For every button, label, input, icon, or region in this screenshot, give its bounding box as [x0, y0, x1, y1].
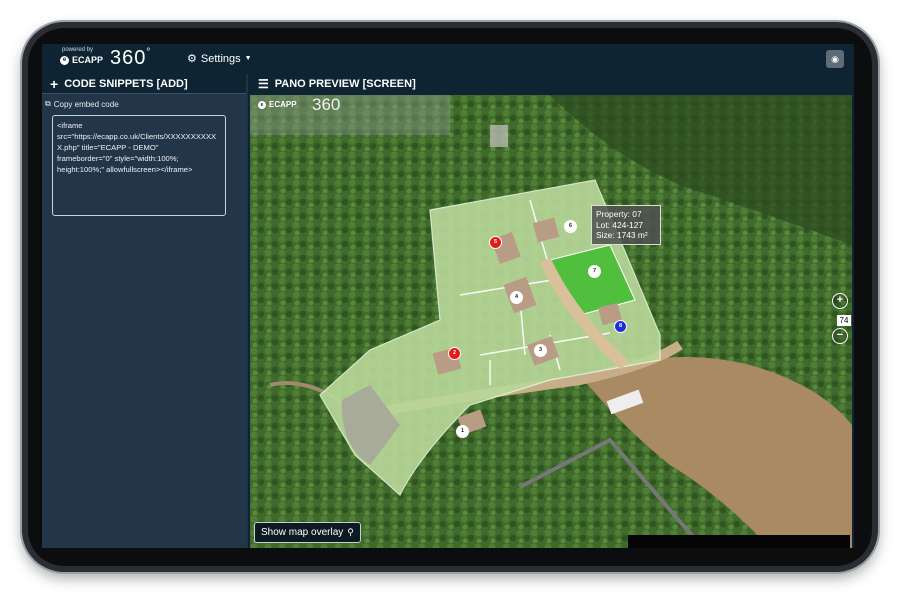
caret-down-icon: ▼: [244, 55, 252, 62]
top-bar: powered by e ECAPP 360° ⚙ Settings ▼ ◉: [42, 44, 854, 74]
pano-ecapp-logo: e ECAPP: [258, 100, 297, 109]
logo-360-text: 360: [110, 47, 147, 69]
bottom-black-bar: [628, 535, 850, 548]
plot-marker-8[interactable]: 8: [614, 320, 627, 333]
zoom-level: 74: [837, 315, 851, 326]
app-screen: powered by e ECAPP 360° ⚙ Settings ▼ ◉ +…: [42, 44, 854, 548]
plot-marker-7[interactable]: 7: [588, 265, 601, 278]
show-map-overlay-button[interactable]: Show map overlay ⚲: [254, 522, 361, 543]
gear-icon: ⚙: [187, 53, 197, 65]
powered-by-label: powered by: [62, 47, 94, 53]
plot-marker-2[interactable]: 2: [448, 347, 461, 360]
tooltip-property: Property: 07: [596, 209, 642, 219]
zoom-in-button[interactable]: +: [832, 293, 848, 309]
pano-logo-360: 360: [312, 95, 341, 114]
plot-marker-3[interactable]: 3: [534, 344, 547, 357]
toggle-visibility-button[interactable]: ◉: [826, 50, 844, 68]
logo-360-degree: °: [146, 47, 152, 58]
plot-marker-5[interactable]: 5: [489, 236, 502, 249]
plus-icon: +: [50, 75, 59, 92]
settings-label: Settings: [200, 52, 241, 65]
show-map-overlay-label: Show map overlay: [261, 527, 344, 538]
ecapp-logo-text: ECAPP: [72, 55, 104, 65]
copy-embed-code-label: Copy embed code: [53, 99, 119, 109]
plot-marker-1[interactable]: 1: [456, 425, 469, 438]
pano-ecapp-logo-text: ECAPP: [269, 100, 297, 109]
pano-preview-title: PANO PREVIEW [SCREEN]: [274, 77, 416, 90]
pano-viewer[interactable]: e ECAPP 360 5 6 7 4 8 2 3 1 Property: 07…: [250, 95, 852, 548]
pano-preview-header: ☰ PANO PREVIEW [SCREEN]: [248, 74, 854, 93]
map-pin-icon: ⚲: [347, 527, 354, 537]
tooltip-size: Size: 1743 m²: [596, 230, 648, 240]
aerial-map-image: [250, 95, 852, 548]
pano-preview-panel: ☰ PANO PREVIEW [SCREEN] e ECAPP 360 5 6 …: [248, 74, 854, 548]
logo-360: 360°: [110, 47, 151, 70]
ecapp-logo-icon: e: [60, 55, 69, 65]
ecapp-logo: e ECAPP: [60, 55, 103, 65]
list-icon: ☰: [258, 76, 269, 91]
copy-icon: ⧉: [45, 99, 51, 108]
pano-ecapp-logo-icon: e: [258, 100, 266, 109]
copy-embed-code-button[interactable]: ⧉ Copy embed code: [42, 94, 246, 109]
code-snippets-title: CODE SNIPPETS [ADD]: [64, 77, 188, 90]
code-snippets-panel: + CODE SNIPPETS [ADD] ⧉ Copy embed code …: [42, 74, 246, 548]
eye-slash-icon: ◉: [831, 54, 839, 64]
plot-marker-4[interactable]: 4: [510, 291, 523, 304]
settings-menu[interactable]: ⚙ Settings ▼: [187, 52, 252, 66]
code-snippets-header[interactable]: + CODE SNIPPETS [ADD]: [42, 74, 246, 94]
tooltip-lot: Lot: 424-127: [596, 219, 644, 230]
plot-marker-6[interactable]: 6: [564, 220, 577, 233]
zoom-out-button[interactable]: −: [832, 328, 848, 344]
embed-code-textarea[interactable]: <iframe src="https://ecapp.co.uk/Clients…: [52, 115, 226, 216]
property-tooltip: Property: 07 Lot: 424-127 Size: 1743 m²: [591, 205, 661, 245]
